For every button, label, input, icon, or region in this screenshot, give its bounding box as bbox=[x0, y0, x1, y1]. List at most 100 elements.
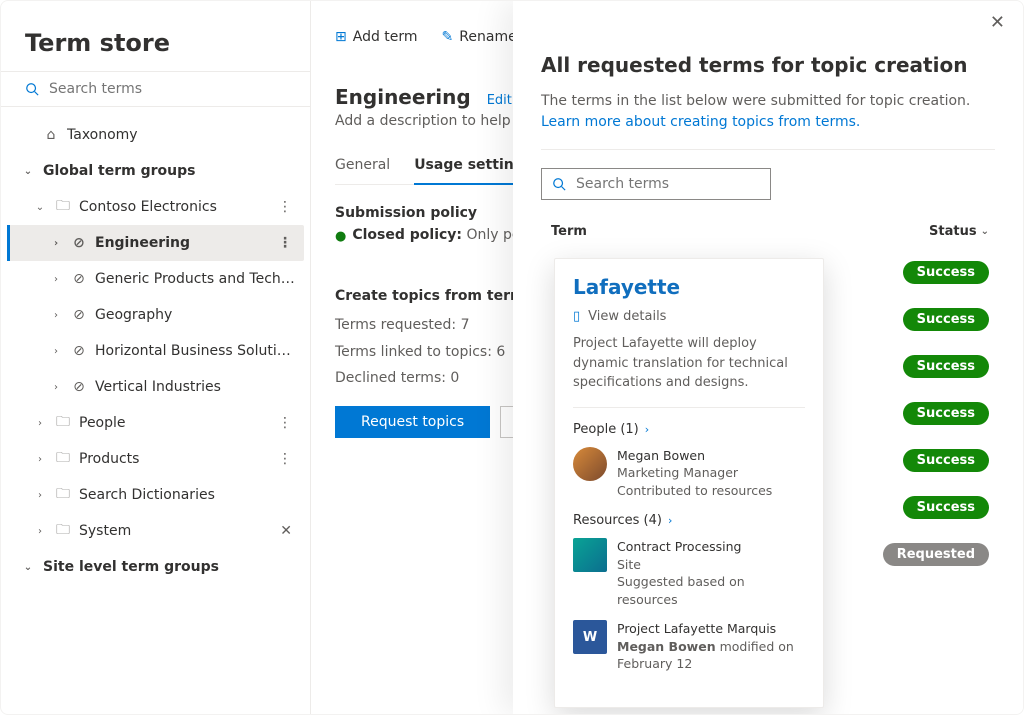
search-icon bbox=[552, 177, 566, 191]
topic-title[interactable]: Lafayette bbox=[573, 275, 805, 299]
request-topics-button[interactable]: Request topics bbox=[335, 406, 490, 438]
term-tree: ⌂ Taxonomy ⌄ Global term groups ⌄ 🗀 Cont… bbox=[1, 107, 310, 595]
view-details-link[interactable]: ▯ View details bbox=[573, 309, 805, 324]
status-badge: Success bbox=[903, 355, 989, 378]
resource-item[interactable]: Contract Processing Site Suggested based… bbox=[573, 538, 805, 608]
chevron-right-icon: › bbox=[33, 418, 47, 429]
resource-item[interactable]: W Project Lafayette Marquis Megan Bowen … bbox=[573, 620, 805, 673]
topic-description: Project Lafayette will deploy dynamic tr… bbox=[573, 334, 805, 408]
chevron-right-icon: › bbox=[668, 514, 672, 527]
tree-people[interactable]: › 🗀 People ⋮ bbox=[7, 405, 304, 441]
more-icon[interactable]: ⋮ bbox=[274, 415, 296, 431]
resources-group[interactable]: Resources (4) › bbox=[573, 513, 805, 528]
home-icon: ⌂ bbox=[43, 127, 59, 143]
tab-general[interactable]: General bbox=[335, 147, 390, 184]
resources-head-label: Resources (4) bbox=[573, 513, 662, 528]
add-term-button[interactable]: ⊞ Add term bbox=[335, 29, 418, 45]
avatar bbox=[573, 447, 607, 481]
learn-more-link[interactable]: Learn more about creating topics from te… bbox=[541, 114, 860, 130]
chevron-right-icon: › bbox=[49, 238, 63, 249]
tree-label: Vertical Industries bbox=[95, 379, 296, 395]
folder-icon: 🗀 bbox=[55, 483, 71, 507]
people-group[interactable]: People (1) › bbox=[573, 422, 805, 437]
search-icon bbox=[25, 82, 39, 96]
chevron-down-icon: ⌄ bbox=[21, 166, 35, 177]
status-badge: Success bbox=[903, 496, 989, 519]
person-note: Contributed to resources bbox=[617, 482, 772, 500]
tree-site-level[interactable]: ⌄ Site level term groups bbox=[7, 549, 304, 585]
people-head-label: People (1) bbox=[573, 422, 639, 437]
tree-sidebar: Term store ⌂ Taxonomy ⌄ Global term grou… bbox=[1, 1, 311, 714]
panel-body: The terms in the list below were submitt… bbox=[541, 91, 995, 133]
tree-label: Global term groups bbox=[43, 163, 296, 179]
folder-icon: 🗀 bbox=[55, 447, 71, 471]
tree-label: Geography bbox=[95, 307, 296, 323]
status-badge: Success bbox=[903, 308, 989, 331]
tree-label: Contoso Electronics bbox=[79, 199, 266, 215]
chevron-right-icon: › bbox=[33, 526, 47, 537]
site-icon bbox=[573, 538, 607, 572]
tree-geography[interactable]: › ⊘ Geography bbox=[7, 297, 304, 333]
topic-hover-card: Lafayette ▯ View details Project Lafayet… bbox=[554, 258, 824, 708]
term-name: Engineering bbox=[335, 85, 471, 109]
folder-icon: 🗀 bbox=[55, 195, 71, 219]
col-status[interactable]: Status ⌄ bbox=[929, 224, 989, 239]
tree-label: System bbox=[79, 523, 268, 539]
folder-icon: 🗀 bbox=[55, 411, 71, 435]
search-input[interactable] bbox=[47, 80, 286, 98]
tag-icon: ⊘ bbox=[71, 271, 87, 287]
close-icon: ✕ bbox=[990, 12, 1005, 33]
search-terms[interactable] bbox=[1, 71, 310, 107]
tree-label: Site level term groups bbox=[43, 559, 296, 575]
panel-search[interactable] bbox=[541, 168, 771, 200]
tag-icon: ⊘ bbox=[71, 235, 87, 251]
more-icon[interactable]: ⋮ bbox=[274, 199, 296, 215]
status-badge: Success bbox=[903, 402, 989, 425]
chevron-down-icon: ⌄ bbox=[981, 226, 989, 237]
tag-icon: ⊘ bbox=[71, 379, 87, 395]
col-status-label: Status bbox=[929, 224, 977, 239]
view-details-label: View details bbox=[588, 309, 666, 324]
word-doc-icon: W bbox=[573, 620, 607, 654]
edit-link[interactable]: Edit bbox=[487, 93, 512, 108]
tree-search-dict[interactable]: › 🗀 Search Dictionaries bbox=[7, 477, 304, 513]
resource-note: Suggested based on resources bbox=[617, 573, 805, 608]
chevron-down-icon: ⌄ bbox=[21, 562, 35, 573]
status-badge: Success bbox=[903, 261, 989, 284]
col-term[interactable]: Term bbox=[551, 224, 587, 239]
tree-contoso[interactable]: ⌄ 🗀 Contoso Electronics ⋮ bbox=[7, 189, 304, 225]
more-icon[interactable]: ⋮ bbox=[274, 451, 296, 467]
chevron-right-icon: › bbox=[49, 346, 63, 357]
chevron-right-icon: › bbox=[33, 454, 47, 465]
chevron-right-icon: › bbox=[33, 490, 47, 501]
tree-taxonomy[interactable]: ⌂ Taxonomy bbox=[7, 117, 304, 153]
page-icon: ▯ bbox=[573, 309, 580, 324]
person-item[interactable]: Megan Bowen Marketing Manager Contribute… bbox=[573, 447, 805, 500]
tree-label: Products bbox=[79, 451, 266, 467]
close-button[interactable]: ✕ bbox=[984, 11, 1011, 34]
chevron-right-icon: › bbox=[49, 310, 63, 321]
status-badge: Requested bbox=[883, 543, 989, 566]
status-badge: Success bbox=[903, 449, 989, 472]
tree-label: Generic Products and Technol... bbox=[95, 271, 296, 287]
tree-generic[interactable]: › ⊘ Generic Products and Technol... bbox=[7, 261, 304, 297]
pencil-icon: ✎ bbox=[442, 29, 454, 45]
tools-icon[interactable]: ✕ bbox=[276, 523, 296, 539]
person-role: Marketing Manager bbox=[617, 464, 772, 482]
panel-search-input[interactable] bbox=[574, 175, 760, 193]
tree-global-group[interactable]: ⌄ Global term groups bbox=[7, 153, 304, 189]
resource-kind: Site bbox=[617, 556, 805, 574]
panel-body-text: The terms in the list below were submitt… bbox=[541, 93, 970, 109]
tree-vertical[interactable]: › ⊘ Vertical Industries bbox=[7, 369, 304, 405]
chevron-right-icon: › bbox=[49, 382, 63, 393]
resource-title: Contract Processing bbox=[617, 538, 805, 556]
tree-horizontal[interactable]: › ⊘ Horizontal Business Solutions bbox=[7, 333, 304, 369]
tree-engineering[interactable]: › ⊘ Engineering ⋮ bbox=[7, 225, 304, 261]
check-icon: ● bbox=[335, 229, 346, 244]
tree-system[interactable]: › 🗀 System ✕ bbox=[7, 513, 304, 549]
tree-products[interactable]: › 🗀 Products ⋮ bbox=[7, 441, 304, 477]
tag-icon: ⊘ bbox=[71, 343, 87, 359]
chevron-right-icon: › bbox=[49, 274, 63, 285]
tag-icon: ⊘ bbox=[71, 307, 87, 323]
more-icon[interactable]: ⋮ bbox=[274, 235, 296, 251]
